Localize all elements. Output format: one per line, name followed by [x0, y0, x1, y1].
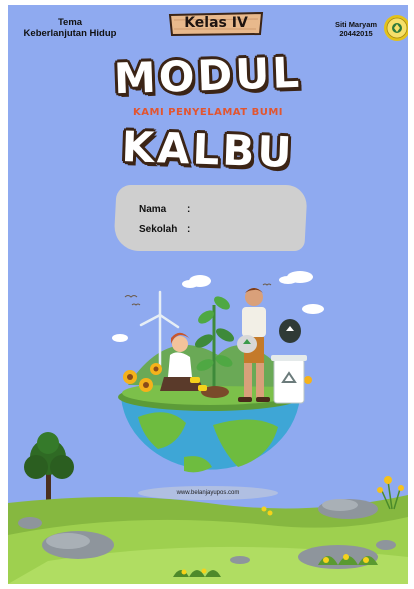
theme-label: Tema Keberlanjutan Hidup	[8, 17, 132, 39]
grass-ground	[8, 495, 408, 584]
school-colon: :	[187, 224, 191, 235]
school-label: Sekolah	[139, 224, 178, 235]
name-label: Nama	[139, 204, 167, 215]
class-label: Kelas IV	[184, 15, 248, 31]
name-colon: :	[187, 204, 191, 215]
theme-heading: Tema	[57, 17, 83, 28]
class-badge: Kelas IV	[168, 12, 264, 36]
theme-name: Keberlanjutan Hidup	[23, 28, 117, 39]
identity-box	[113, 185, 308, 251]
author-id: 20442015	[339, 29, 373, 38]
subtitle: KAMI PENYELAMAT BUMI	[133, 107, 283, 118]
illustration-watermark: www.belanjayupos.com	[176, 490, 240, 496]
author-name: Siti Maryam	[334, 20, 378, 29]
school-field: Sekolah :	[139, 224, 190, 235]
name-field: Nama :	[139, 204, 190, 215]
cover-page: Tema Keberlanjutan Hidup Kelas IV Siti M…	[8, 5, 408, 584]
author-info: Siti Maryam 20442015	[330, 20, 382, 38]
university-logo-icon	[384, 15, 408, 41]
recycle-bin-icon	[271, 355, 307, 404]
